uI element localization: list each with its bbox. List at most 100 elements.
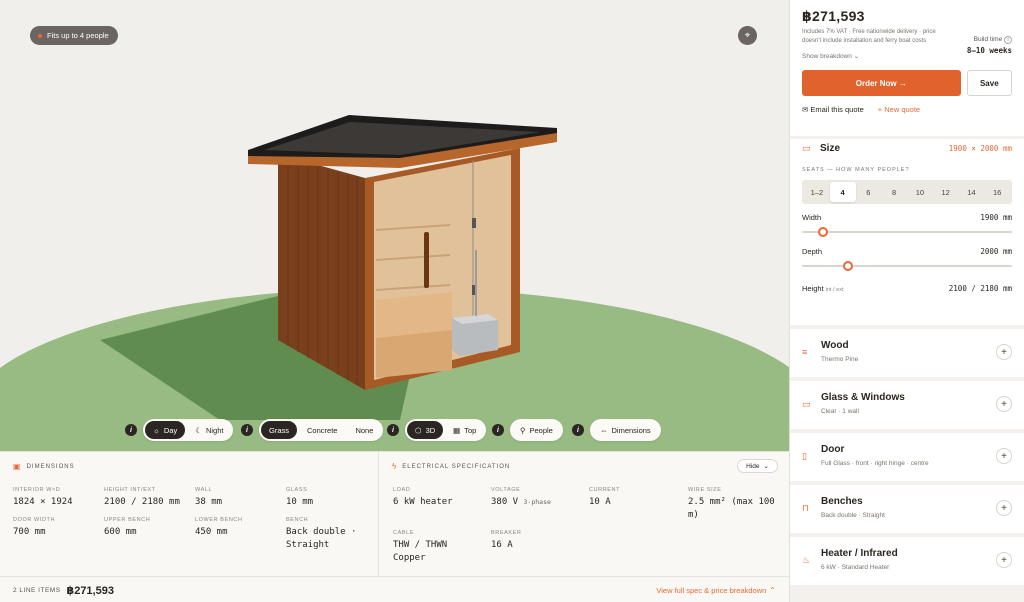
width-value: 1900 mm xyxy=(980,213,1012,222)
size-card: ▭ Size 1900 × 2000 mm SEATS — HOW MANY P… xyxy=(790,139,1024,325)
expand-plus-icon[interactable]: + xyxy=(996,344,1012,360)
seat-option[interactable]: 16 xyxy=(984,182,1010,202)
concrete-button[interactable]: Concrete xyxy=(299,421,345,439)
option-card-heater-infrared[interactable]: ♨ Heater / Infrared 6 kW · Standard Heater… xyxy=(790,537,1024,585)
option-card-door[interactable]: ▯ Door Full Glass · front · right hinge · … xyxy=(790,433,1024,481)
summary-footer: 2 LINE ITEMS ฿271,593 View full spec & p… xyxy=(0,576,789,602)
line-items-count: 2 LINE ITEMS xyxy=(13,586,61,594)
ground-info-icon[interactable]: i xyxy=(241,424,253,436)
person-icon: ⚲ xyxy=(520,425,526,435)
view-3d-button[interactable]: ⬡ 3D xyxy=(407,421,444,439)
electrical-heading: ϟ ELECTRICAL SPECIFICATION xyxy=(392,462,511,471)
height-note: int / ext xyxy=(825,287,844,293)
spec-value: 2100 / 2180 mm xyxy=(104,497,180,507)
spec-label: GLASS xyxy=(286,487,308,493)
width-slider[interactable] xyxy=(802,226,1012,238)
dimensions-toggle: ⇔ Dimensions xyxy=(590,419,661,441)
option-subtitle: Back double · Straight xyxy=(821,512,885,519)
seat-option[interactable]: 8 xyxy=(881,182,907,202)
day-button[interactable]: ☼ Day xyxy=(145,421,186,439)
dimensions-heading: ▣ DIMENSIONS xyxy=(13,462,75,471)
option-subtitle: Clear · 1 wall xyxy=(821,408,859,415)
spec-value: 2.5 mm² (max 100 m) xyxy=(688,497,775,520)
people-toggle: ⚲ People xyxy=(510,419,563,441)
spec-label: INTERIOR W×D xyxy=(13,487,61,493)
config-sidebar: ฿271,593 Includes 7% VAT · Free nationwi… xyxy=(789,0,1024,602)
sauna-3d-viewport[interactable]: Fits up to 4 people ⌖ i ☼ Day ☾ Night i Gr… xyxy=(0,0,789,451)
chevron-up-icon[interactable]: ⌃ xyxy=(769,586,776,595)
seat-option[interactable]: 12 xyxy=(933,182,959,202)
size-summary: 1900 × 2000 mm xyxy=(948,143,1012,153)
option-subtitle: Thermo Pine xyxy=(821,356,859,363)
spec-panel: ▣ DIMENSIONS INTERIOR W×D 1824 × 1924 HEIG… xyxy=(0,451,789,602)
spec-value: 1824 × 1924 xyxy=(13,497,73,507)
dimensions-button[interactable]: ⇔ Dimensions xyxy=(592,421,659,439)
expand-plus-icon[interactable]: + xyxy=(996,500,1012,516)
people-info-icon[interactable]: i xyxy=(492,424,504,436)
spec-value: 700 mm xyxy=(13,527,46,537)
bolt-icon: ϟ xyxy=(392,462,398,471)
sun-icon: ☼ xyxy=(153,425,160,435)
height-label: Height xyxy=(802,284,824,293)
full-spec-link[interactable]: View full spec & price breakdown xyxy=(656,586,766,595)
chevron-down-icon: ⌄ xyxy=(763,463,769,470)
spec-label: WALL xyxy=(195,487,213,493)
view-info-icon[interactable]: i xyxy=(387,424,399,436)
depth-slider-thumb[interactable] xyxy=(843,261,854,271)
grid-icon: ▦ xyxy=(453,425,461,435)
depth-value: 2000 mm xyxy=(980,247,1012,256)
hide-specs-button[interactable]: Hide ⌄ xyxy=(737,459,778,473)
spec-value: 10 A xyxy=(589,497,611,507)
seats-label: SEATS — HOW MANY PEOPLE? xyxy=(802,167,910,173)
view-top-button[interactable]: ▦ Top xyxy=(445,421,484,439)
seat-option[interactable]: 4 xyxy=(829,182,856,202)
status-dot-icon xyxy=(38,33,42,38)
option-title: Heater / Infrared xyxy=(821,548,898,559)
expand-plus-icon[interactable]: + xyxy=(996,396,1012,412)
dimensions-section: ▣ DIMENSIONS INTERIOR W×D 1824 × 1924 HEIG… xyxy=(0,452,379,576)
build-time-value: 8–10 weeks xyxy=(966,46,1012,55)
ruler-icon: ⇔ xyxy=(600,425,608,435)
option-title: Door xyxy=(821,444,845,455)
spec-value: 450 mm xyxy=(195,527,228,537)
spec-value: 10 mm xyxy=(286,497,314,507)
seat-option[interactable]: 1–2 xyxy=(804,182,830,202)
option-card-benches[interactable]: ⊓ Benches Back double · Straight + xyxy=(790,485,1024,533)
spec-label: HEIGHT INT/EXT xyxy=(104,487,156,493)
spec-note: 3-phase xyxy=(523,498,551,506)
spec-label: BREAKER xyxy=(491,530,522,536)
spec-label: DOOR WIDTH xyxy=(13,517,56,523)
wood-icon: ≡ xyxy=(802,347,808,357)
save-button[interactable]: Save xyxy=(966,70,1012,96)
window-icon: ▭ xyxy=(802,399,811,409)
night-button[interactable]: ☾ Night xyxy=(187,421,231,439)
depth-slider[interactable] xyxy=(802,260,1012,272)
dimensions-info-icon[interactable]: i xyxy=(572,424,584,436)
flame-icon: ♨ xyxy=(802,555,811,565)
spec-value: THW / THWN Copper xyxy=(393,540,448,563)
time-info-icon[interactable]: i xyxy=(125,424,137,436)
expand-plus-icon[interactable]: + xyxy=(996,448,1012,464)
footer-total: ฿271,593 xyxy=(66,584,114,597)
seat-option[interactable]: 14 xyxy=(959,182,985,202)
people-button[interactable]: ⚲ People xyxy=(512,421,561,439)
email-quote-link[interactable]: ✉ Email this quote xyxy=(802,105,864,114)
spec-label: LOWER BENCH xyxy=(195,517,243,523)
width-slider-thumb[interactable] xyxy=(818,227,828,237)
option-card-wood[interactable]: ≡ Wood Thermo Pine + xyxy=(790,329,1024,377)
capacity-chip: Fits up to 4 people xyxy=(30,26,118,45)
seat-option[interactable]: 6 xyxy=(856,182,882,202)
option-subtitle: 6 kW · Standard Heater xyxy=(821,564,890,571)
expand-plus-icon[interactable]: + xyxy=(996,552,1012,568)
none-button[interactable]: None xyxy=(347,421,381,439)
option-card-glass-windows[interactable]: ▭ Glass & Windows Clear · 1 wall + xyxy=(790,381,1024,429)
spec-value: 6 kW heater xyxy=(393,497,453,507)
info-icon[interactable]: i xyxy=(1004,36,1012,44)
option-subtitle: Full Glass · front · right hinge · centr… xyxy=(821,460,929,467)
new-quote-link[interactable]: + New quote xyxy=(878,105,920,114)
seat-option[interactable]: 10 xyxy=(907,182,933,202)
order-now-button[interactable]: Order Now → xyxy=(802,70,961,96)
option-title: Wood xyxy=(821,340,849,351)
grass-button[interactable]: Grass xyxy=(261,421,298,439)
recenter-icon[interactable]: ⌖ xyxy=(738,26,757,45)
